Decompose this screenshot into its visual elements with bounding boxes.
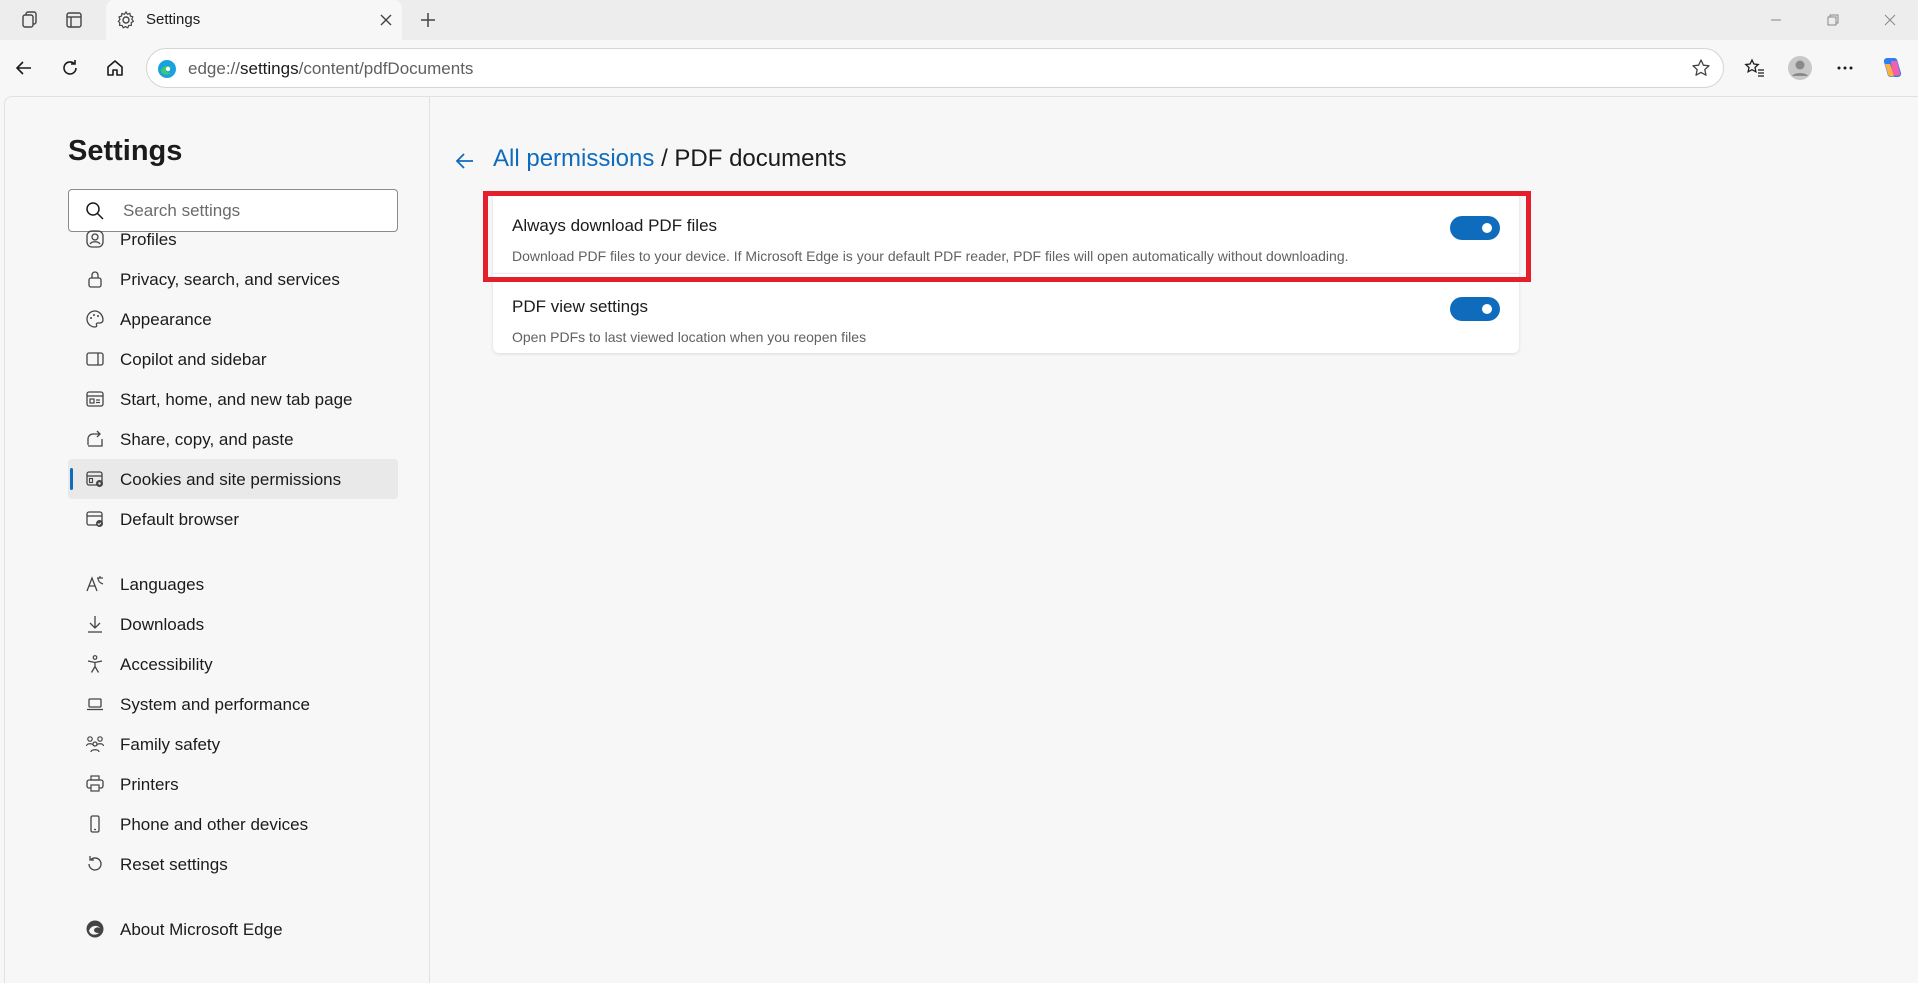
accessibility-icon [87, 655, 103, 673]
close-tab-icon[interactable] [374, 8, 398, 32]
favorites-icon[interactable] [1737, 50, 1773, 86]
toggle-knob [1482, 223, 1492, 233]
setting-title: Always download PDF files [512, 216, 718, 235]
sidebar-item-profiles[interactable]: Profiles [68, 219, 398, 259]
download-icon [88, 616, 102, 633]
sidebar-item-cookies-permissions[interactable]: Cookies and site permissions [68, 459, 398, 499]
sidebar-item-reset[interactable]: Reset settings [68, 844, 398, 884]
languages-icon [86, 576, 104, 592]
edge-logo-icon [158, 60, 176, 78]
search-icon [86, 202, 104, 220]
more-options-icon[interactable] [1827, 50, 1863, 86]
sidebar-item-label: Languages [120, 575, 205, 594]
default-browser-icon [86, 511, 103, 527]
workspaces-icon[interactable] [14, 4, 46, 36]
sidebar-item-label: Accessibility [120, 655, 213, 674]
printer-icon [86, 775, 104, 792]
sidebar-item-printers[interactable]: Printers [68, 764, 398, 804]
site-permissions-icon [86, 471, 103, 487]
sidebar-item-system[interactable]: System and performance [68, 684, 398, 724]
sidebar-item-downloads[interactable]: Downloads [68, 604, 398, 644]
pdf-view-settings-toggle[interactable] [1450, 297, 1500, 321]
sidebar-item-label: Reset settings [120, 855, 228, 874]
restore-button[interactable] [1805, 0, 1861, 40]
sidebar-item-label: About Microsoft Edge [120, 920, 283, 939]
profile-avatar[interactable] [1782, 50, 1818, 86]
sidebar-item-label: Privacy, search, and services [120, 270, 340, 289]
sidebar-item-label: Appearance [120, 310, 212, 329]
back-button[interactable] [6, 50, 42, 86]
family-icon [85, 736, 105, 753]
browser-toolbar: edge://settings/content/pdfDocuments [0, 40, 1918, 96]
reset-icon [88, 856, 102, 871]
sidebar-item-label: Family safety [120, 735, 221, 754]
breadcrumb-link-all-permissions[interactable]: All permissions [493, 145, 654, 172]
sidebar-item-label: Cookies and site permissions [120, 470, 342, 489]
sidebar-item-accessibility[interactable]: Accessibility [68, 644, 398, 684]
lock-icon [88, 271, 102, 288]
title-bar: Settings [0, 0, 1918, 40]
minimize-button[interactable] [1748, 0, 1804, 40]
toggle-knob [1482, 304, 1492, 314]
sidebar-item-label: Profiles [120, 230, 177, 249]
sidebar-item-family-safety[interactable]: Family safety [68, 724, 398, 764]
address-bar[interactable]: edge://settings/content/pdfDocuments [146, 48, 1724, 88]
share-icon [87, 430, 103, 447]
setting-pdf-view: PDF view settings Open PDFs to last view… [493, 273, 1519, 353]
close-window-button[interactable] [1862, 0, 1918, 40]
settings-page: Settings Profiles Privacy, search, and s… [4, 96, 1918, 983]
back-arrow-icon[interactable] [451, 147, 479, 175]
breadcrumb-separator: / [661, 145, 668, 172]
laptop-icon [87, 698, 103, 711]
always-download-pdf-toggle[interactable] [1450, 216, 1500, 240]
setting-always-download-pdf: Always download PDF files Download PDF f… [493, 193, 1519, 273]
home-page-icon [86, 391, 104, 407]
sidebar-item-copilot[interactable]: Copilot and sidebar [68, 339, 398, 379]
sidebar-item-label: Phone and other devices [120, 815, 309, 834]
tab-settings[interactable]: Settings [106, 0, 402, 40]
sidebar-item-label: Default browser [120, 510, 240, 529]
copilot-icon[interactable] [1874, 50, 1910, 86]
favorite-star-icon[interactable] [1687, 54, 1715, 82]
setting-title: PDF view settings [512, 297, 649, 316]
edge-logo-icon [86, 920, 104, 938]
refresh-button[interactable] [52, 50, 88, 86]
sidebar-item-label: Printers [120, 775, 179, 794]
setting-description: Download PDF files to your device. If Mi… [512, 248, 1349, 264]
sidebar-item-languages[interactable]: Languages [68, 564, 398, 604]
sidebar-icon [86, 352, 104, 366]
url-text: edge://settings/content/pdfDocuments [188, 59, 474, 78]
sidebar-item-default-browser[interactable]: Default browser [68, 499, 398, 539]
gear-icon [114, 8, 138, 32]
sidebar-item-label: System and performance [120, 695, 310, 714]
tab-title: Settings [146, 11, 201, 28]
sidebar-item-appearance[interactable]: Appearance [68, 299, 398, 339]
profile-icon [86, 230, 104, 248]
vertical-tabs-icon[interactable] [58, 4, 90, 36]
sidebar-item-label: Downloads [120, 615, 205, 634]
sidebar-item-start-home[interactable]: Start, home, and new tab page [68, 379, 398, 419]
sidebar-item-label: Share, copy, and paste [120, 430, 294, 449]
phone-icon [90, 815, 100, 833]
new-tab-button[interactable] [412, 4, 444, 36]
settings-sidebar: Settings Profiles Privacy, search, and s… [5, 97, 430, 983]
sidebar-item-privacy[interactable]: Privacy, search, and services [68, 259, 398, 299]
sidebar-item-share-copy[interactable]: Share, copy, and paste [68, 419, 398, 459]
sidebar-title: Settings [68, 135, 183, 167]
home-button[interactable] [97, 50, 133, 86]
sidebar-item-about[interactable]: About Microsoft Edge [68, 909, 398, 949]
palette-icon [86, 310, 104, 328]
page-title: PDF documents [674, 145, 847, 172]
breadcrumb: All permissions / PDF documents [493, 145, 846, 173]
sidebar-item-label: Copilot and sidebar [120, 350, 267, 369]
sidebar-item-phone-devices[interactable]: Phone and other devices [68, 804, 398, 844]
sidebar-item-label: Start, home, and new tab page [120, 390, 353, 409]
setting-description: Open PDFs to last viewed location when y… [512, 329, 867, 345]
